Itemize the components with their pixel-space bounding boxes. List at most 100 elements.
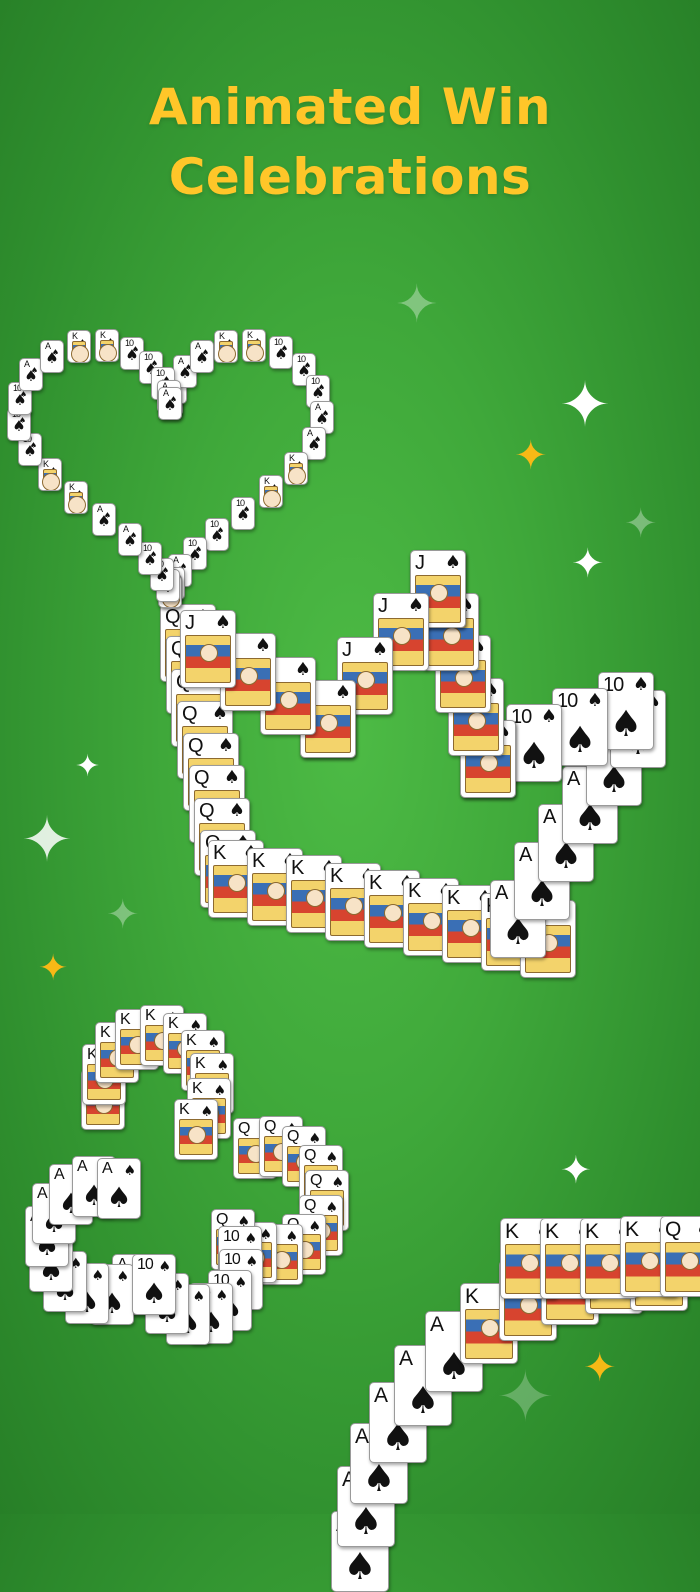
playing-card: Q♠ — [660, 1216, 700, 1297]
card-rank: K — [43, 459, 49, 469]
card-rank: Q — [310, 1172, 322, 1189]
spade-icon: ♠ — [307, 436, 321, 454]
spade-icon: ♠ — [349, 1500, 383, 1543]
card-rank: K — [69, 482, 75, 492]
spade-icon: ♠ — [501, 912, 535, 953]
card-rank: Q — [287, 1128, 299, 1145]
card-rank: J — [378, 595, 388, 617]
spade-icon: ♠ — [195, 349, 209, 367]
spade-icon: ♠ — [228, 800, 245, 821]
spade-icon: ♠ — [116, 1269, 129, 1285]
card-rank: A — [399, 1347, 413, 1370]
card-rank: K — [447, 887, 460, 909]
spade-icon: ♠ — [632, 674, 649, 695]
four-point-star-icon: ✦ — [514, 433, 548, 479]
spade-icon: ♠ — [274, 345, 288, 363]
card-rank: K — [625, 1218, 639, 1241]
spade-icon: ♠ — [573, 798, 607, 839]
playing-card: K♠ — [259, 475, 283, 508]
card-rank: K — [585, 1220, 599, 1243]
spade-icon: ♠ — [106, 1181, 132, 1214]
spade-icon: ♠ — [97, 512, 111, 530]
playing-card: K♠ — [284, 452, 308, 485]
card-rank: A — [54, 1166, 65, 1183]
celebration-scene: 10♠♠10♠♠10♠♠A♠♠A♠♠K♠K♠10♠♠10♠♠10♠♠A♠♠A♠♠… — [0, 0, 700, 1592]
card-rank: K — [545, 1220, 559, 1243]
spade-icon: ♠ — [223, 767, 240, 788]
spade-icon: ♠ — [371, 639, 388, 660]
card-rank: K — [179, 1101, 190, 1118]
card-rank: K — [100, 330, 106, 340]
four-point-star-icon: ✦ — [75, 749, 101, 784]
spade-icon: ♠ — [141, 1277, 167, 1310]
spade-icon: ♠ — [696, 1220, 700, 1239]
card-rank: K — [505, 1220, 519, 1243]
card-rank: K — [289, 453, 295, 463]
card-rank: A — [543, 806, 556, 828]
card-rank: Q — [199, 800, 215, 822]
card-rank: K — [72, 331, 78, 341]
spade-icon: ♠ — [210, 527, 224, 545]
playing-card: 10♠♠ — [132, 1254, 176, 1315]
card-rank: K — [465, 1285, 479, 1308]
card-rank: K — [408, 880, 421, 902]
card-rank: K — [120, 1011, 131, 1028]
card-rank: Q — [194, 767, 210, 789]
card-rank: A — [355, 1425, 369, 1448]
card-rank: K — [291, 857, 304, 879]
face-card-portrait — [246, 340, 264, 361]
card-rank: 10 — [223, 1228, 240, 1245]
card-rank: A — [102, 1160, 113, 1177]
playing-card: 10♠♠ — [205, 518, 229, 551]
card-rank: K — [168, 1015, 179, 1032]
card-rank: Q — [304, 1147, 316, 1164]
card-rank: Q — [238, 1120, 250, 1137]
four-point-star-icon: ✦ — [624, 501, 658, 547]
spade-icon: ♠ — [254, 635, 271, 656]
playing-card: 10♠♠ — [231, 497, 255, 530]
card-rank: K — [192, 1080, 203, 1097]
card-rank: Q — [165, 606, 181, 628]
card-rank: A — [495, 882, 508, 904]
playing-card: A♠♠ — [190, 340, 214, 373]
card-rank: K — [247, 330, 253, 340]
spade-icon: ♠ — [525, 874, 559, 915]
card-rank: A — [567, 768, 580, 790]
spade-icon: ♠ — [143, 551, 157, 569]
spade-icon: ♠ — [540, 706, 557, 727]
playing-card: K♠ — [242, 329, 266, 362]
spade-icon: ♠ — [362, 1457, 396, 1500]
card-rank: A — [374, 1384, 388, 1407]
four-point-star-icon: ✦ — [559, 368, 611, 441]
spade-icon: ♠ — [549, 836, 583, 877]
spade-icon: ♠ — [192, 1289, 205, 1305]
card-rank: J — [342, 639, 352, 661]
card-rank: Q — [264, 1118, 276, 1135]
card-rank: K — [252, 850, 265, 872]
card-rank: K — [145, 1007, 156, 1024]
spade-icon: ♠ — [91, 1268, 104, 1284]
card-rank: Q — [665, 1218, 681, 1241]
playing-card: K♠ — [214, 330, 238, 363]
card-rank: K — [213, 842, 226, 864]
spade-icon: ♠ — [234, 1275, 247, 1291]
spade-icon: ♠ — [163, 396, 177, 414]
card-rank: K — [219, 331, 225, 341]
four-point-star-icon: ✦ — [560, 1148, 592, 1192]
four-point-star-icon: ✦ — [395, 275, 439, 335]
card-rank: A — [37, 1185, 48, 1202]
playing-card: A♠♠ — [158, 387, 182, 420]
spade-icon: ♠ — [334, 682, 351, 703]
card-rank: Q — [188, 735, 204, 757]
playing-card: K♠ — [174, 1099, 218, 1160]
playing-card: K♠ — [95, 329, 119, 362]
card-rank: K — [330, 865, 343, 887]
spade-icon: ♠ — [158, 1259, 171, 1275]
spade-icon: ♠ — [245, 1254, 258, 1270]
playing-card: 10♠♠ — [269, 336, 293, 369]
face-card-portrait — [68, 492, 86, 513]
spade-icon: ♠ — [24, 367, 38, 385]
card-rank: K — [195, 1055, 206, 1072]
face-card-portrait — [185, 635, 231, 683]
playing-card: J♠ — [180, 610, 236, 688]
